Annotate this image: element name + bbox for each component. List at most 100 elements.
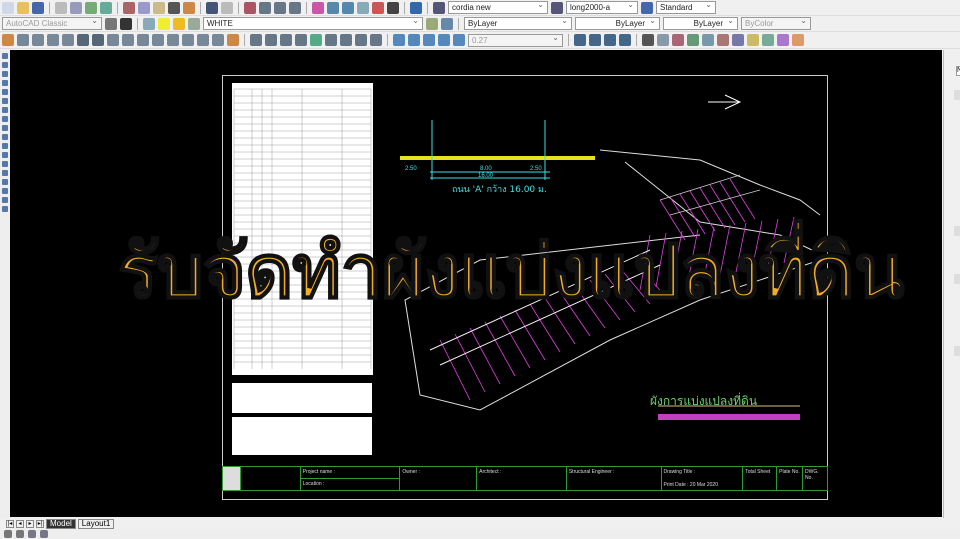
- layer-on-icon[interactable]: [158, 17, 170, 30]
- copy-icon[interactable]: [138, 1, 150, 14]
- spline-icon[interactable]: [2, 125, 8, 131]
- prev-tab-button[interactable]: ◂: [16, 519, 24, 528]
- offset-icon[interactable]: [47, 34, 59, 46]
- properties-icon[interactable]: [312, 1, 324, 14]
- undo-icon[interactable]: [206, 1, 218, 14]
- underlay-icon[interactable]: [792, 34, 804, 46]
- clip-viewport-icon[interactable]: [438, 34, 450, 46]
- workspace-select[interactable]: AutoCAD Classic: [2, 15, 102, 30]
- region-icon[interactable]: [2, 188, 8, 194]
- status-icon[interactable]: [16, 530, 24, 538]
- copy-object-icon[interactable]: [17, 34, 29, 46]
- cloud-icon[interactable]: [2, 116, 8, 122]
- xref-icon[interactable]: [732, 34, 744, 46]
- markup-icon[interactable]: [372, 1, 384, 14]
- attribute-icon[interactable]: [642, 34, 654, 46]
- polygonal-viewport-icon[interactable]: [423, 34, 435, 46]
- bring-above-icon[interactable]: [604, 34, 616, 46]
- zoom-window2-icon[interactable]: [280, 34, 292, 46]
- calculator-icon[interactable]: [387, 1, 399, 14]
- first-tab-button[interactable]: |◂: [6, 519, 14, 528]
- pan-icon[interactable]: [244, 1, 256, 14]
- extend-icon[interactable]: [152, 34, 164, 46]
- panel-section-view[interactable]: [954, 346, 960, 356]
- viewport-scale-select[interactable]: 0.27: [468, 32, 563, 47]
- join-icon[interactable]: [182, 34, 194, 46]
- send-back-icon[interactable]: [589, 34, 601, 46]
- lineweight-select[interactable]: ByLayer: [663, 15, 738, 30]
- gradient-icon[interactable]: [2, 179, 8, 185]
- mirror-icon[interactable]: [32, 34, 44, 46]
- save-icon[interactable]: [32, 1, 44, 14]
- line-icon[interactable]: [2, 53, 8, 59]
- zoom-window-icon[interactable]: [274, 1, 286, 14]
- table-style-select[interactable]: Standard: [656, 0, 716, 14]
- break-icon[interactable]: [167, 34, 179, 46]
- stretch-icon[interactable]: [122, 34, 134, 46]
- tool-palettes-icon[interactable]: [342, 1, 354, 14]
- zoom-realtime2-icon[interactable]: [250, 34, 262, 46]
- bring-front-icon[interactable]: [574, 34, 586, 46]
- 3d-dwf-icon[interactable]: [100, 1, 112, 14]
- layer-previous-icon[interactable]: [441, 17, 453, 30]
- make-current-layer-icon[interactable]: [426, 17, 438, 30]
- layer-lock-icon[interactable]: [188, 17, 200, 30]
- redo-icon[interactable]: [221, 1, 233, 14]
- tab-layout1[interactable]: Layout1: [77, 518, 115, 529]
- edit-attribute-icon[interactable]: [657, 34, 669, 46]
- preview-icon[interactable]: [70, 1, 82, 14]
- trim-icon[interactable]: [137, 34, 149, 46]
- move-icon[interactable]: [77, 34, 89, 46]
- layer-freeze-icon[interactable]: [173, 17, 185, 30]
- circle-icon[interactable]: [2, 107, 8, 113]
- design-center-icon[interactable]: [327, 1, 339, 14]
- text-style-select[interactable]: cordia new: [448, 0, 548, 14]
- table-icon[interactable]: [2, 197, 8, 203]
- explode-icon[interactable]: [227, 34, 239, 46]
- status-icon[interactable]: [40, 530, 48, 538]
- insert-block-icon[interactable]: [2, 143, 8, 149]
- scale-icon[interactable]: [107, 34, 119, 46]
- polyline-icon[interactable]: [2, 71, 8, 77]
- block-editor-icon[interactable]: [183, 1, 195, 14]
- cut-icon[interactable]: [123, 1, 135, 14]
- plot-icon[interactable]: [55, 1, 67, 14]
- array-icon[interactable]: [62, 34, 74, 46]
- erase-icon[interactable]: [2, 34, 14, 46]
- open-icon[interactable]: [17, 1, 29, 14]
- viewport-scale-icon[interactable]: [453, 34, 465, 46]
- zoom-previous2-icon[interactable]: [265, 34, 277, 46]
- sheet-set-icon[interactable]: [357, 1, 369, 14]
- make-block-icon[interactable]: [2, 152, 8, 158]
- zoom-in-icon[interactable]: [325, 34, 337, 46]
- status-icon[interactable]: [28, 530, 36, 538]
- attribute-sync-icon[interactable]: [672, 34, 684, 46]
- paste-icon[interactable]: [153, 1, 165, 14]
- fillet-icon[interactable]: [212, 34, 224, 46]
- send-under-icon[interactable]: [619, 34, 631, 46]
- single-viewport-icon[interactable]: [408, 34, 420, 46]
- new-icon[interactable]: [2, 1, 14, 14]
- layer-select[interactable]: WHITE: [203, 15, 423, 30]
- hatch-icon[interactable]: [2, 170, 8, 176]
- help-icon[interactable]: [410, 1, 422, 14]
- zoom-out-icon[interactable]: [340, 34, 352, 46]
- rectangle-icon[interactable]: [2, 89, 8, 95]
- zoom-dynamic-icon[interactable]: [295, 34, 307, 46]
- save-workspace-icon[interactable]: [120, 17, 132, 30]
- zoom-scale-icon[interactable]: [310, 34, 322, 46]
- zoom-previous-icon[interactable]: [289, 1, 301, 14]
- viewport-icon[interactable]: [393, 34, 405, 46]
- last-tab-button[interactable]: ▸|: [36, 519, 44, 528]
- workspace-settings-icon[interactable]: [105, 17, 117, 30]
- image-icon[interactable]: [747, 34, 759, 46]
- plotstyle-select[interactable]: ByColor: [741, 15, 811, 30]
- block-attribute-icon[interactable]: [687, 34, 699, 46]
- next-tab-button[interactable]: ▸: [26, 519, 34, 528]
- arc-icon[interactable]: [2, 98, 8, 104]
- linetype-select[interactable]: ByLayer: [575, 15, 660, 30]
- panel-section-3d[interactable]: [954, 226, 960, 236]
- match-properties-icon[interactable]: [168, 1, 180, 14]
- rotate-icon[interactable]: [92, 34, 104, 46]
- chamfer-icon[interactable]: [197, 34, 209, 46]
